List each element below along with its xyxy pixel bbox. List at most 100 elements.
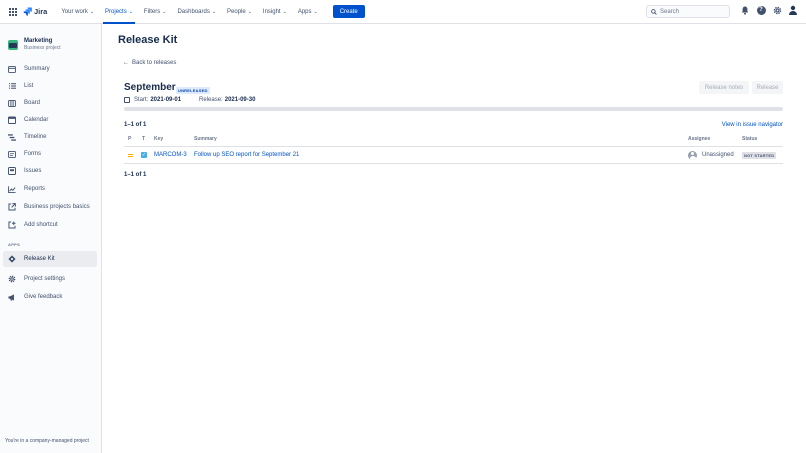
table-row[interactable]: ✓ MARCOM-3 Follow up SEO report for Sept… [124, 146, 783, 164]
sidebar-item-label: Add shortcut [24, 222, 58, 228]
help-icon[interactable]: ? [756, 5, 766, 15]
sidebar-item-release-kit[interactable]: Release Kit [3, 251, 97, 267]
sidebar-item-business-projects-basics[interactable]: Business projects basics [3, 199, 97, 215]
nav-label: Apps [297, 8, 312, 15]
column-header-type[interactable]: T [142, 136, 145, 142]
sidebar-item-add-shortcut[interactable]: Add shortcut [3, 217, 97, 233]
avatar[interactable] [788, 5, 798, 15]
assignee-cell: Unassigned [688, 147, 734, 163]
project-type: Business project [24, 45, 61, 51]
chevron-down-icon: ⌄ [282, 8, 287, 15]
sidebar-item-board[interactable]: Board [3, 95, 97, 111]
sidebar-item-label: Board [24, 100, 41, 106]
status-cell: NOT STARTED [742, 147, 777, 163]
nav-insight[interactable]: Insight ⌄ [259, 0, 291, 24]
version-dates: Start: 2021-09-01 Release: 2021-09-30 [124, 97, 255, 103]
gear-icon [8, 275, 16, 283]
release-kit-icon [8, 255, 16, 263]
issue-key-link[interactable]: MARCOM-3 [154, 147, 187, 163]
version-name: September [124, 82, 176, 93]
chevron-down-icon: ⌄ [162, 8, 167, 15]
sidebar-item-project-settings[interactable]: Project settings [3, 271, 97, 287]
nav-label: Your work [61, 8, 88, 15]
list-icon [8, 82, 16, 90]
sidebar-item-give-feedback[interactable]: Give feedback [3, 289, 97, 305]
nav-label: Projects [105, 8, 127, 15]
nav-your-work[interactable]: Your work ⌄ [57, 0, 98, 24]
project-header[interactable]: Marketing Business project [0, 24, 101, 51]
create-button[interactable]: Create [332, 5, 365, 18]
release-notes-button[interactable]: Release notes [699, 81, 749, 94]
sidebar-item-label: Summary [24, 66, 50, 72]
project-name: Marketing [24, 38, 53, 44]
sidebar-item-timeline[interactable]: Timeline [3, 129, 97, 145]
board-icon [8, 99, 16, 107]
sidebar-item-list[interactable]: List [3, 78, 97, 94]
column-header-key[interactable]: Key [154, 136, 163, 142]
calendar-icon [124, 97, 130, 103]
nav-projects[interactable]: Projects ⌄ [101, 0, 137, 24]
nav-dashboards[interactable]: Dashboards ⌄ [173, 0, 220, 24]
chevron-down-icon: ⌄ [89, 8, 95, 15]
search-input[interactable]: Search [646, 5, 730, 18]
jira-logo-text: Jira [34, 7, 48, 16]
top-icons: ? [734, 5, 798, 15]
sidebar-item-label: Give feedback [24, 294, 63, 300]
jira-logo-icon [23, 7, 32, 16]
project-avatar [8, 39, 18, 50]
sidebar-item-label: Timeline [24, 134, 47, 140]
sidebar-item-label: Reports [24, 186, 46, 192]
app-switcher-icon[interactable] [9, 7, 17, 16]
top-navigation: Jira Your work ⌄ Projects ⌄ Filters ⌄ Dashb… [0, 0, 806, 24]
nav-label: Insight [262, 8, 281, 15]
sidebar-item-issues[interactable]: Issues [3, 163, 97, 179]
main-content: Release Kit ← Back to releases September… [102, 24, 806, 453]
nav-filters[interactable]: Filters ⌄ [140, 0, 171, 24]
issue-summary-link[interactable]: Follow up SEO report for September 21 [194, 147, 299, 163]
sidebar-item-label: Calendar [24, 117, 49, 123]
company-managed-note: You're in a company-managed project [5, 438, 89, 444]
sidebar-item-summary[interactable]: Summary [3, 61, 97, 77]
task-type-icon: ✓ [141, 152, 147, 158]
jira-logo[interactable]: Jira [23, 7, 47, 16]
release-button[interactable]: Release [752, 81, 783, 94]
column-header-assignee[interactable]: Assignee [688, 136, 710, 142]
chevron-down-icon: ⌄ [247, 8, 252, 15]
sidebar-item-label: List [24, 83, 34, 89]
timeline-icon [8, 133, 16, 141]
nav-people[interactable]: People ⌄ [223, 0, 256, 24]
nav-label: Dashboards [177, 8, 210, 15]
back-to-releases-link[interactable]: ← Back to releases [123, 60, 176, 66]
column-header-priority[interactable]: P [128, 136, 131, 142]
bell-icon[interactable] [740, 5, 750, 15]
column-header-summary[interactable]: Summary [194, 136, 217, 142]
column-header-status[interactable]: Status [742, 136, 757, 142]
sidebar-item-label: Release Kit [24, 256, 55, 262]
start-date: 2021-09-01 [150, 97, 182, 103]
sidebar-item-reports[interactable]: Reports [3, 181, 97, 197]
view-in-issue-navigator-link[interactable]: View in issue navigator [722, 122, 783, 128]
summary-icon [8, 65, 16, 73]
forms-icon [8, 150, 16, 158]
sidebar-item-label: Business projects basics [24, 204, 90, 210]
sidebar-item-label: Project settings [24, 276, 66, 282]
chevron-down-icon: ⌄ [211, 8, 217, 15]
release-date: 2021-09-30 [224, 97, 256, 103]
page-title: Release Kit [118, 34, 178, 46]
apps-heading: APPS [8, 242, 21, 247]
sidebar-item-calendar[interactable]: Calendar [3, 112, 97, 128]
priority-medium-icon [128, 147, 133, 163]
results-count-top: 1–1 of 1 [124, 122, 147, 128]
nav-label: Filters [143, 8, 161, 15]
unassigned-avatar-icon [688, 150, 697, 160]
start-label: Start: [134, 97, 149, 103]
nav-label: People [227, 8, 246, 15]
arrow-left-icon: ← [123, 60, 129, 66]
back-link-label: Back to releases [132, 60, 177, 66]
search-icon [651, 8, 657, 15]
nav-apps[interactable]: Apps ⌄ [294, 0, 322, 24]
issues-icon [8, 167, 16, 175]
sidebar-item-forms[interactable]: Forms [3, 146, 97, 162]
gear-icon[interactable] [772, 5, 782, 15]
sidebar-item-label: Forms [24, 151, 41, 157]
